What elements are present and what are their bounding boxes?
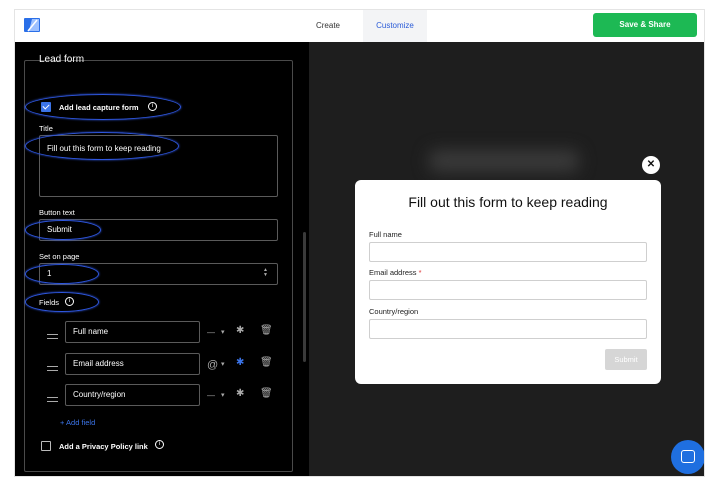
add-field-link[interactable]: + Add field bbox=[60, 418, 95, 427]
trash-icon[interactable]: 🗑 bbox=[260, 388, 273, 399]
button-text-label: Button text bbox=[39, 208, 75, 217]
blurred-background-text bbox=[429, 150, 579, 172]
set-on-page-label: Set on page bbox=[39, 252, 80, 261]
stepper-icon[interactable]: ▲ ▼ bbox=[263, 268, 268, 278]
full-name-label: Full name bbox=[369, 230, 402, 239]
close-icon[interactable]: ✕ bbox=[642, 156, 660, 174]
email-field[interactable] bbox=[369, 280, 647, 300]
field-type-select[interactable]: @ bbox=[207, 359, 218, 371]
chevron-down-icon[interactable]: ▾ bbox=[221, 328, 225, 336]
annotation-oval bbox=[25, 132, 179, 160]
privacy-policy-checkbox[interactable] bbox=[41, 441, 51, 451]
chevron-down-icon[interactable]: ▾ bbox=[221, 391, 225, 399]
field-name-input[interactable]: Full name bbox=[65, 321, 200, 343]
annotation-oval bbox=[25, 220, 101, 240]
field-name-input[interactable]: Country/region bbox=[65, 384, 200, 406]
tab-create[interactable]: Create bbox=[303, 10, 353, 42]
trash-icon[interactable]: 🗑 bbox=[260, 325, 273, 336]
chevron-down-icon[interactable]: ▾ bbox=[221, 360, 225, 368]
preview-area: ✕ Fill out this form to keep reading Ful… bbox=[309, 42, 704, 476]
required-asterisk-icon: * bbox=[418, 268, 422, 277]
submit-button[interactable]: Submit bbox=[605, 349, 647, 370]
field-type-select[interactable]: — bbox=[207, 391, 215, 400]
field-type-select[interactable]: — bbox=[207, 328, 215, 337]
tab-customize[interactable]: Customize bbox=[363, 10, 427, 42]
save-share-button[interactable]: Save & Share bbox=[593, 13, 697, 37]
chat-icon[interactable] bbox=[671, 440, 704, 474]
info-icon[interactable]: i bbox=[155, 440, 164, 449]
title-label: Title bbox=[39, 124, 53, 133]
country-field[interactable] bbox=[369, 319, 647, 339]
required-asterisk-icon[interactable]: ✱ bbox=[236, 388, 244, 399]
annotation-oval bbox=[25, 94, 181, 120]
annotation-oval bbox=[25, 292, 99, 312]
annotation-oval bbox=[25, 264, 99, 284]
email-label: Email address * bbox=[369, 268, 422, 277]
required-asterisk-icon[interactable]: ✱ bbox=[236, 325, 244, 336]
privacy-policy-label: Add a Privacy Policy link bbox=[59, 442, 148, 451]
drag-handle-icon[interactable] bbox=[47, 366, 58, 371]
drag-handle-icon[interactable] bbox=[47, 334, 58, 339]
full-name-field[interactable] bbox=[369, 242, 647, 262]
modal-title: Fill out this form to keep reading bbox=[408, 194, 608, 210]
lead-form-heading: Lead form bbox=[39, 54, 85, 65]
required-asterisk-icon[interactable]: ✱ bbox=[236, 357, 244, 368]
app-frame: Create Customize Save & Share Lead form … bbox=[14, 9, 705, 477]
lead-form-modal: Fill out this form to keep reading Full … bbox=[355, 180, 661, 384]
email-label-text: Email address bbox=[369, 268, 417, 277]
field-name-input[interactable]: Email address bbox=[65, 353, 200, 375]
scrollbar[interactable] bbox=[303, 232, 306, 362]
logo-icon[interactable] bbox=[24, 18, 40, 32]
trash-icon[interactable]: 🗑 bbox=[260, 357, 273, 368]
country-label: Country/region bbox=[369, 307, 419, 316]
drag-handle-icon[interactable] bbox=[47, 397, 58, 402]
top-bar: Create Customize Save & Share bbox=[15, 10, 704, 42]
